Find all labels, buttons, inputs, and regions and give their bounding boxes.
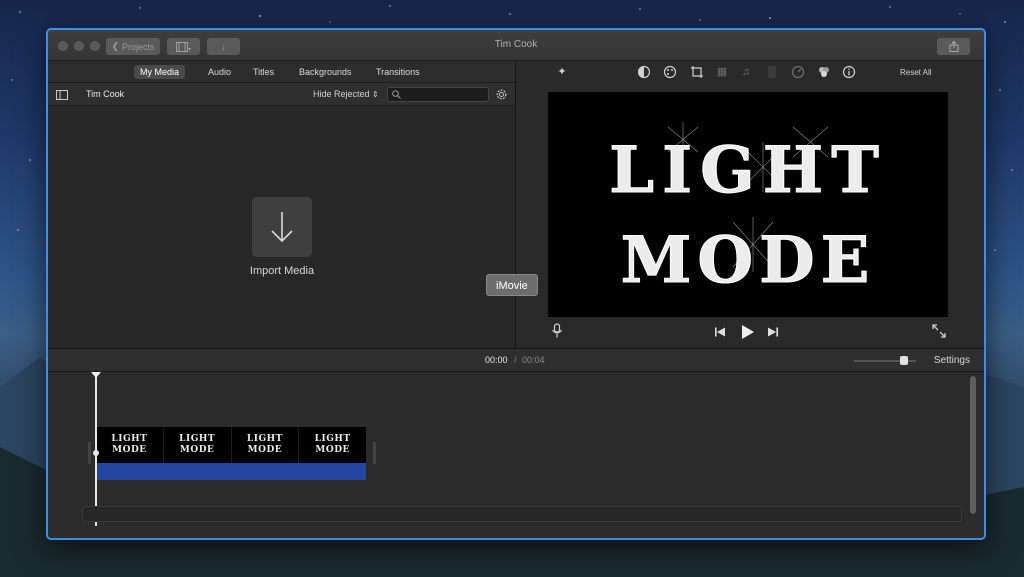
frame-line2: MODE xyxy=(247,445,283,455)
title-card: LIGHT MODE xyxy=(609,122,887,299)
frame-line1: LIGHT xyxy=(246,434,283,444)
clip-left-handle[interactable] xyxy=(88,442,91,464)
frame-line2: MODE xyxy=(179,445,215,455)
timeline[interactable]: LIGHT MODE LIGHT MODE LIGHT MODE LIGHT M… xyxy=(48,372,984,538)
equalizer-icon[interactable]: ▒ xyxy=(765,65,779,79)
media-browser: My Media Audio Titles Backgrounds Transi… xyxy=(48,61,516,348)
window-title: Tim Cook xyxy=(494,39,538,50)
fullscreen-icon[interactable] xyxy=(932,324,946,338)
share-icon xyxy=(949,41,958,52)
magic-wand-icon[interactable]: ✦ xyxy=(555,65,569,79)
frame-line2: MODE xyxy=(315,445,350,455)
play-icon[interactable] xyxy=(741,324,755,340)
import-media-label[interactable]: Import Media xyxy=(208,265,356,277)
tab-my-media[interactable]: My Media xyxy=(134,65,186,79)
info-icon[interactable] xyxy=(842,65,856,79)
search-field[interactable] xyxy=(387,87,489,102)
timeline-settings-button[interactable]: Settings xyxy=(934,355,970,366)
clip-frame: LIGHT MODE xyxy=(299,427,366,463)
tab-audio[interactable]: Audio xyxy=(202,65,237,79)
frame-line1: LIGHT xyxy=(179,434,216,444)
clip-audio-track[interactable] xyxy=(96,463,366,480)
timecode-current: 00:00 xyxy=(485,355,508,365)
clip-frame: LIGHT MODE xyxy=(164,427,232,463)
import-media-button[interactable] xyxy=(252,197,312,257)
zoom-slider[interactable] xyxy=(854,356,916,365)
title-bar: ❮ Projects ↓ Tim Cook xyxy=(48,30,984,61)
title-clip[interactable]: LIGHT MODE LIGHT MODE LIGHT MODE LIGHT M… xyxy=(96,427,366,480)
video-viewer: LIGHT MODE xyxy=(548,92,948,317)
filter-label: Hide Rejected xyxy=(313,89,370,99)
timeline-scrollbar[interactable] xyxy=(970,376,976,514)
clip-frame: LIGHT MODE xyxy=(232,427,300,463)
color-palette-icon[interactable] xyxy=(663,65,677,79)
updown-chevron-icon: ⇕ xyxy=(372,90,379,99)
tab-backgrounds[interactable]: Backgrounds xyxy=(293,65,358,79)
frame-line1: LIGHT xyxy=(111,434,148,444)
frame-line1: LIGHT xyxy=(314,434,351,444)
timecode-separator: / xyxy=(514,355,517,365)
speed-icon[interactable] xyxy=(791,65,805,79)
viewer-title-line1: LIGHT xyxy=(609,133,887,208)
search-icon xyxy=(392,90,401,99)
sidebar-toggle-icon[interactable] xyxy=(56,90,68,100)
audio-drop-track[interactable] xyxy=(82,506,962,522)
clip-right-handle[interactable] xyxy=(373,442,376,464)
microphone-icon[interactable] xyxy=(551,323,563,339)
library-name: Tim Cook xyxy=(86,89,125,99)
timecode-total: 00:04 xyxy=(522,355,545,365)
browser-tabs: My Media Audio Titles Backgrounds Transi… xyxy=(48,61,515,82)
tab-titles[interactable]: Titles xyxy=(247,65,280,79)
clip-filmstrip: LIGHT MODE LIGHT MODE LIGHT MODE LIGHT M… xyxy=(96,427,366,463)
app-tooltip: iMovie xyxy=(486,274,538,296)
tab-transitions[interactable]: Transitions xyxy=(370,65,426,79)
playhead-dot xyxy=(93,450,99,456)
viewer-pane: ✦ ▦ ♫ ▒ Reset All LIGHT MODE xyxy=(517,61,984,348)
arrow-down-icon xyxy=(271,212,293,243)
filter-dropdown[interactable]: Hide Rejected ⇕ xyxy=(313,89,379,99)
stabilization-camera-icon[interactable]: ▦ xyxy=(715,65,729,79)
zoom-slider-knob[interactable] xyxy=(900,356,908,365)
crop-icon[interactable] xyxy=(690,65,704,79)
share-button[interactable] xyxy=(937,38,970,55)
color-balance-icon[interactable] xyxy=(637,65,651,79)
frame-line2: MODE xyxy=(112,445,147,455)
gear-icon[interactable] xyxy=(495,88,508,101)
skip-forward-icon[interactable] xyxy=(767,327,779,337)
imovie-window: ❮ Projects ↓ Tim Cook My Media Audio Tit… xyxy=(46,28,986,540)
volume-icon[interactable]: ♫ xyxy=(739,65,753,79)
library-bar: Tim Cook Hide Rejected ⇕ xyxy=(48,82,515,106)
reset-all-button[interactable]: Reset All xyxy=(900,68,932,77)
viewer-title-line2: MODE xyxy=(621,223,876,298)
clip-frame: LIGHT MODE xyxy=(96,427,164,463)
timeline-header: 00:00 / 00:04 Settings xyxy=(48,348,984,372)
video-overlay-icon[interactable] xyxy=(817,65,831,79)
skip-back-icon[interactable] xyxy=(714,327,726,337)
